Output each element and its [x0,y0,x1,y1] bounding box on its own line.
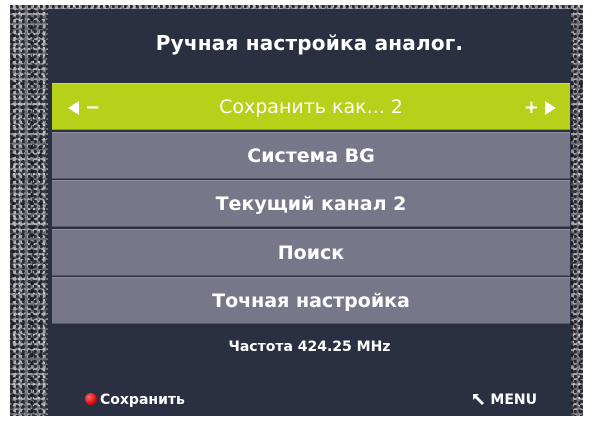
arrow-right-icon [545,101,556,115]
menu-item-search[interactable]: Поиск [52,228,570,276]
minus-symbol: − [85,97,101,118]
menu-item-fine-tuning[interactable]: Точная настройка [52,277,570,324]
arrow-left-icon [68,101,79,115]
return-arrow-icon [473,393,485,405]
tv-screen: Ручная настройка аналог. − Сохранить как… [10,5,583,416]
menu-item-system[interactable]: Система BG [52,131,570,179]
menu-items: − Сохранить как... 2 + Система BG Текущи… [52,83,570,326]
menu-item-label: Текущий канал 2 [215,193,407,215]
menu-item-label: Сохранить как... 2 [219,96,403,118]
menu-title: Ручная настройка аналог. [155,31,464,55]
menu-back-hint[interactable]: MENU [472,390,537,410]
increase-control[interactable]: + [524,84,556,131]
menu-item-save-as[interactable]: − Сохранить как... 2 + [52,83,570,130]
menu-item-label: Система BG [247,144,375,167]
menu-label: MENU [490,392,537,408]
decrease-control[interactable]: − [68,84,100,131]
red-button-icon [85,392,97,405]
menu-item-label: Точная настройка [212,290,410,312]
menu-item-label: Поиск [277,241,345,264]
frequency-readout: Частота 424.25 MHz [228,339,391,355]
menu-item-current-channel[interactable]: Текущий канал 2 [52,180,570,227]
plus-symbol: + [523,97,539,118]
save-label: Сохранить [100,392,185,408]
save-hint[interactable]: Сохранить [85,390,185,410]
manual-tuning-menu: Ручная настройка аналог. − Сохранить как… [48,9,571,416]
